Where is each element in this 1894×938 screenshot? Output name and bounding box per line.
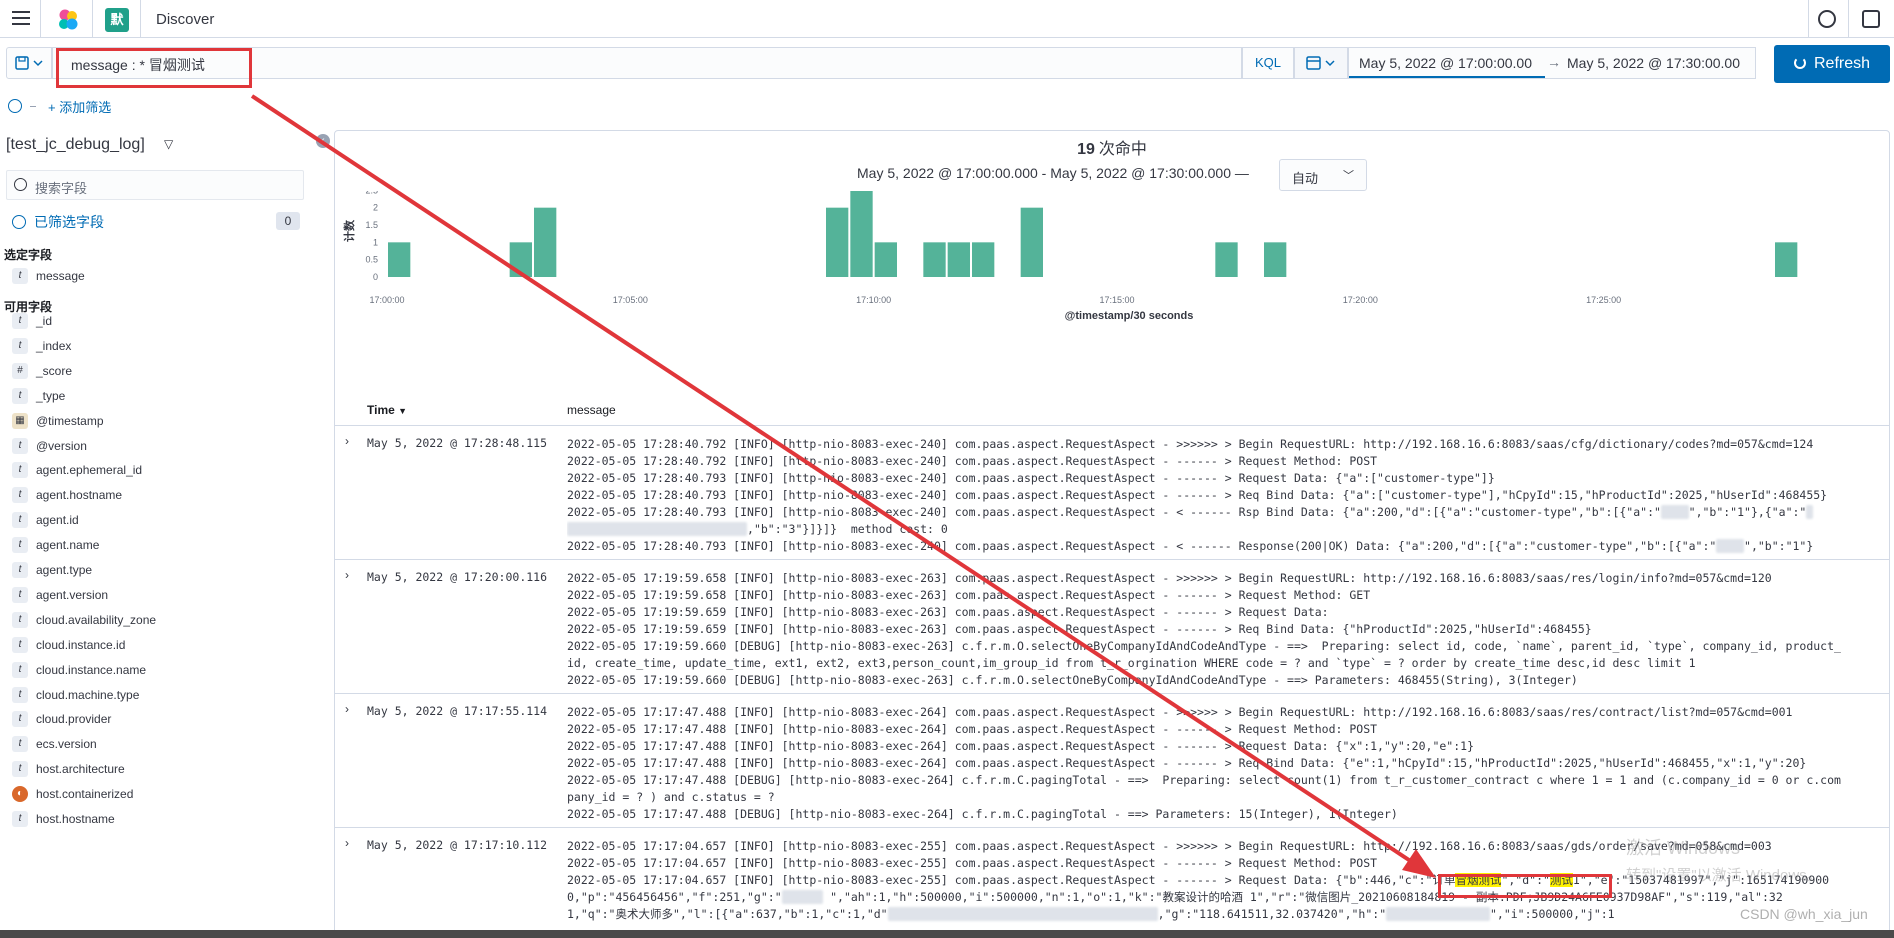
annotation-arrow	[250, 94, 1436, 878]
csdn-watermark: CSDN @wh_xia_jun	[1740, 906, 1868, 922]
taskbar-strip	[0, 930, 1894, 938]
windows-watermark-sub: 转到"设置"以激活 Windows。	[1626, 867, 1822, 884]
windows-watermark: 激活 Windows	[1626, 838, 1741, 858]
